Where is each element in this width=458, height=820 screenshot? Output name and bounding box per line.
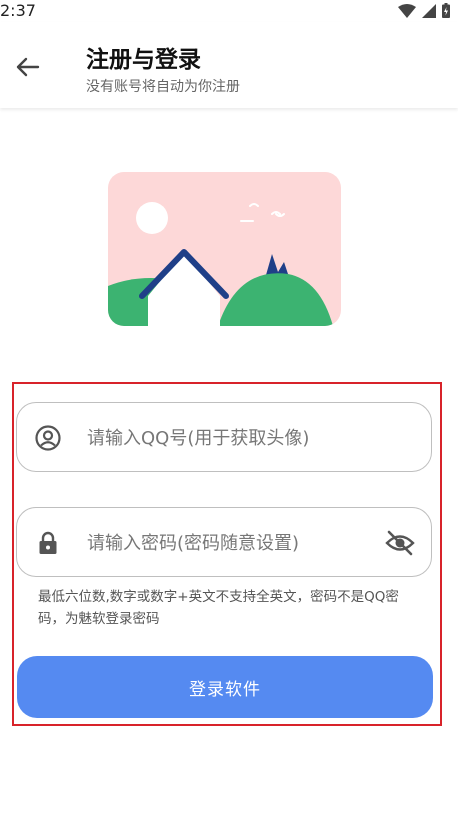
status-time: 2:37 (0, 1, 36, 20)
wifi-icon (398, 3, 416, 18)
qq-number-field[interactable] (16, 402, 432, 473)
account-circle-icon (35, 425, 61, 451)
password-hint: 最低六位数,数字或数字+英文不支持全英文，密码不是QQ密码，为魅软登录密码 (38, 589, 399, 627)
qq-number-input[interactable] (85, 403, 379, 473)
status-bar: 2:37 (0, 0, 458, 22)
page-subtitle: 没有账号将自动为你注册 (86, 79, 240, 95)
page-title: 注册与登录 (86, 47, 201, 73)
battery-icon (442, 3, 450, 18)
lock-icon (39, 531, 57, 554)
login-button[interactable]: 登录软件 (17, 656, 433, 718)
password-field[interactable] (16, 507, 432, 578)
password-input[interactable] (85, 508, 379, 578)
eye-off-icon[interactable] (385, 529, 415, 557)
arrow-left-icon[interactable] (12, 52, 42, 82)
signal-icon (422, 3, 436, 18)
status-icons (398, 3, 450, 18)
image-placeholder-illustration (108, 172, 341, 326)
app-bar: 注册与登录 没有账号将自动为你注册 (0, 22, 458, 108)
